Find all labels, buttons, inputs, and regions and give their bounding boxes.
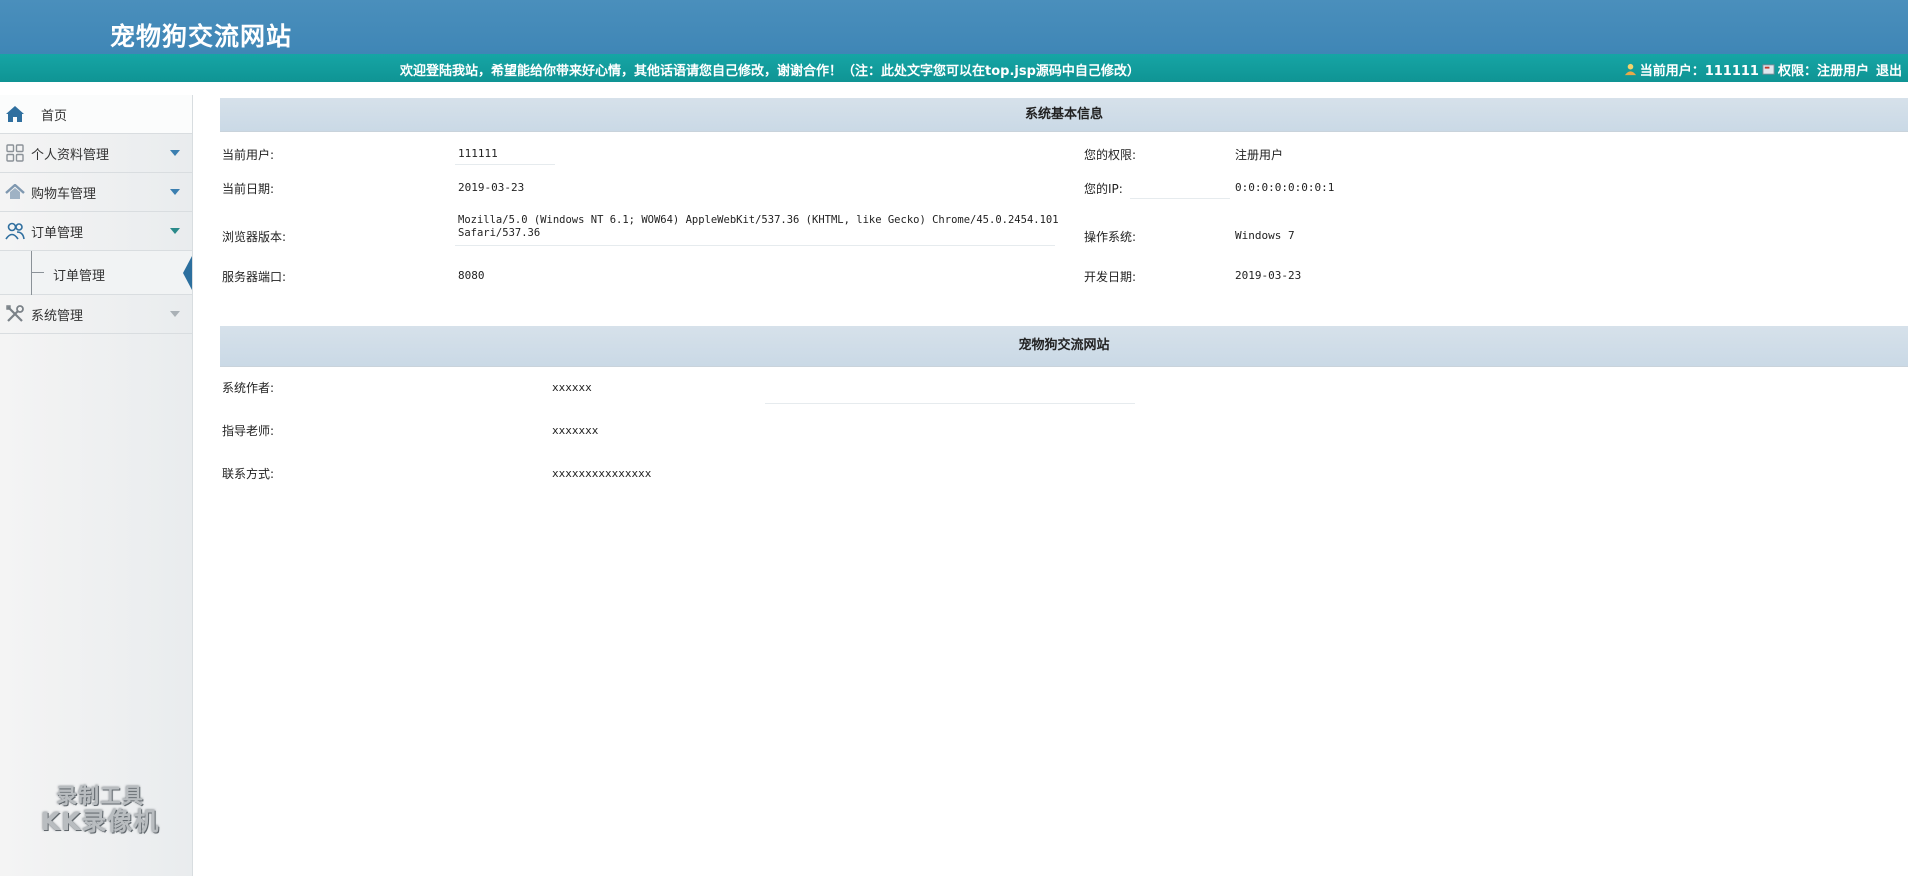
value-current-date: 2019-03-23: [458, 181, 525, 194]
house-icon: [4, 181, 26, 203]
chevron-down-icon: [170, 311, 180, 317]
chevron-down-icon: [170, 189, 180, 195]
label-ip: 您的IP:: [1084, 182, 1123, 196]
value-advisor: xxxxxxx: [552, 424, 599, 437]
label-current-user: 当前用户:: [222, 148, 275, 162]
label-os: 操作系统:: [1084, 230, 1137, 244]
chevron-down-icon: [170, 228, 180, 234]
value-ip: 0:0:0:0:0:0:0:1: [1235, 181, 1335, 194]
value-permission: 注册用户: [1235, 148, 1284, 162]
value-browser-cont: Safari/537.36: [458, 227, 541, 239]
subnav-item-orders[interactable]: 订单管理: [0, 251, 192, 295]
sidebar-item-label: 系统管理: [31, 308, 84, 324]
tree-branch: [31, 272, 44, 273]
recorder-watermark: 录制工具 KK录像机: [30, 784, 170, 837]
sidebar: 首页 个人资料管理 购物车管理 订单管理 订单管理 系统管理 录制工具 KK录像…: [0, 95, 193, 876]
row-divider: [455, 245, 1055, 246]
tools-icon: [4, 303, 26, 325]
value-browser: Mozilla/5.0 (Windows NT 6.1; WOW64) Appl…: [458, 214, 1059, 226]
sidebar-item-cart[interactable]: 购物车管理: [0, 173, 192, 212]
label-dev-date: 开发日期:: [1084, 270, 1137, 284]
label-browser: 浏览器版本:: [222, 230, 287, 244]
value-os: Windows 7: [1235, 229, 1295, 242]
value-current-user: 111111: [458, 147, 498, 160]
row-divider: [1130, 198, 1230, 199]
section-title-system-info: 系统基本信息: [220, 98, 1908, 132]
sidebar-item-label: 个人资料管理: [31, 147, 110, 163]
site-info-table: 系统作者: xxxxxx 指导老师: xxxxxxx 联系方式: xxxxxxx…: [220, 367, 1908, 507]
value-contact: xxxxxxxxxxxxxxx: [552, 467, 652, 480]
tree-line: [31, 251, 32, 295]
section-title-site-info: 宠物狗交流网站: [220, 326, 1908, 367]
grid-icon: [4, 142, 26, 164]
sidebar-item-label: 首页: [41, 108, 68, 124]
label-contact: 联系方式:: [222, 467, 275, 481]
logout-link[interactable]: 退出: [1876, 60, 1902, 79]
site-title: 宠物狗交流网站: [110, 22, 293, 51]
watermark-line2: KK录像机: [40, 807, 160, 837]
row-divider: [765, 403, 1135, 404]
value-port: 8080: [458, 269, 485, 282]
notice-bar: 欢迎登陆我站，希望能给你带来好心情，其他话语请您自己修改，谢谢合作！（注：此处文…: [0, 54, 1908, 82]
value-author: xxxxxx: [552, 381, 592, 394]
system-info-table: 当前用户: 111111 您的权限: 注册用户 当前日期: 2019-03-23…: [220, 132, 1908, 322]
sidebar-item-label: 订单管理: [31, 225, 84, 241]
sidebar-item-label: 购物车管理: [31, 186, 97, 202]
permission-icon: [1762, 64, 1775, 75]
welcome-notice: 欢迎登陆我站，希望能给你带来好心情，其他话语请您自己修改，谢谢合作！（注：此处文…: [400, 64, 1140, 79]
chevron-down-icon: [170, 150, 180, 156]
label-author: 系统作者:: [222, 381, 275, 395]
subnav-item-label: 订单管理: [53, 269, 106, 284]
row-divider: [455, 164, 555, 165]
value-dev-date: 2019-03-23: [1235, 269, 1302, 282]
sidebar-item-home[interactable]: 首页: [0, 95, 192, 134]
label-advisor: 指导老师:: [222, 424, 275, 438]
permission-label: 权限：注册用户: [1777, 64, 1869, 79]
current-user-label: 当前用户：111111: [1639, 64, 1759, 79]
top-header: 宠物狗交流网站: [0, 0, 1908, 54]
user-icon: [1624, 63, 1636, 76]
sidebar-item-orders[interactable]: 订单管理: [0, 212, 192, 251]
label-current-date: 当前日期:: [222, 182, 275, 196]
home-icon: [4, 103, 26, 125]
system-info-panel: 系统基本信息 当前用户: 111111 您的权限: 注册用户 当前日期: 201…: [220, 98, 1908, 322]
sidebar-item-system[interactable]: 系统管理: [0, 295, 192, 334]
watermark-line1: 录制工具: [56, 784, 144, 808]
site-info-panel: 宠物狗交流网站 系统作者: xxxxxx 指导老师: xxxxxxx 联系方式:…: [220, 326, 1908, 507]
active-indicator-icon: [183, 256, 192, 290]
user-info: 当前用户：111111 权限：注册用户 退出: [1624, 60, 1902, 79]
label-port: 服务器端口:: [222, 270, 287, 284]
users-icon: [4, 220, 26, 242]
label-permission: 您的权限:: [1084, 148, 1137, 162]
sidebar-item-profile[interactable]: 个人资料管理: [0, 134, 192, 173]
